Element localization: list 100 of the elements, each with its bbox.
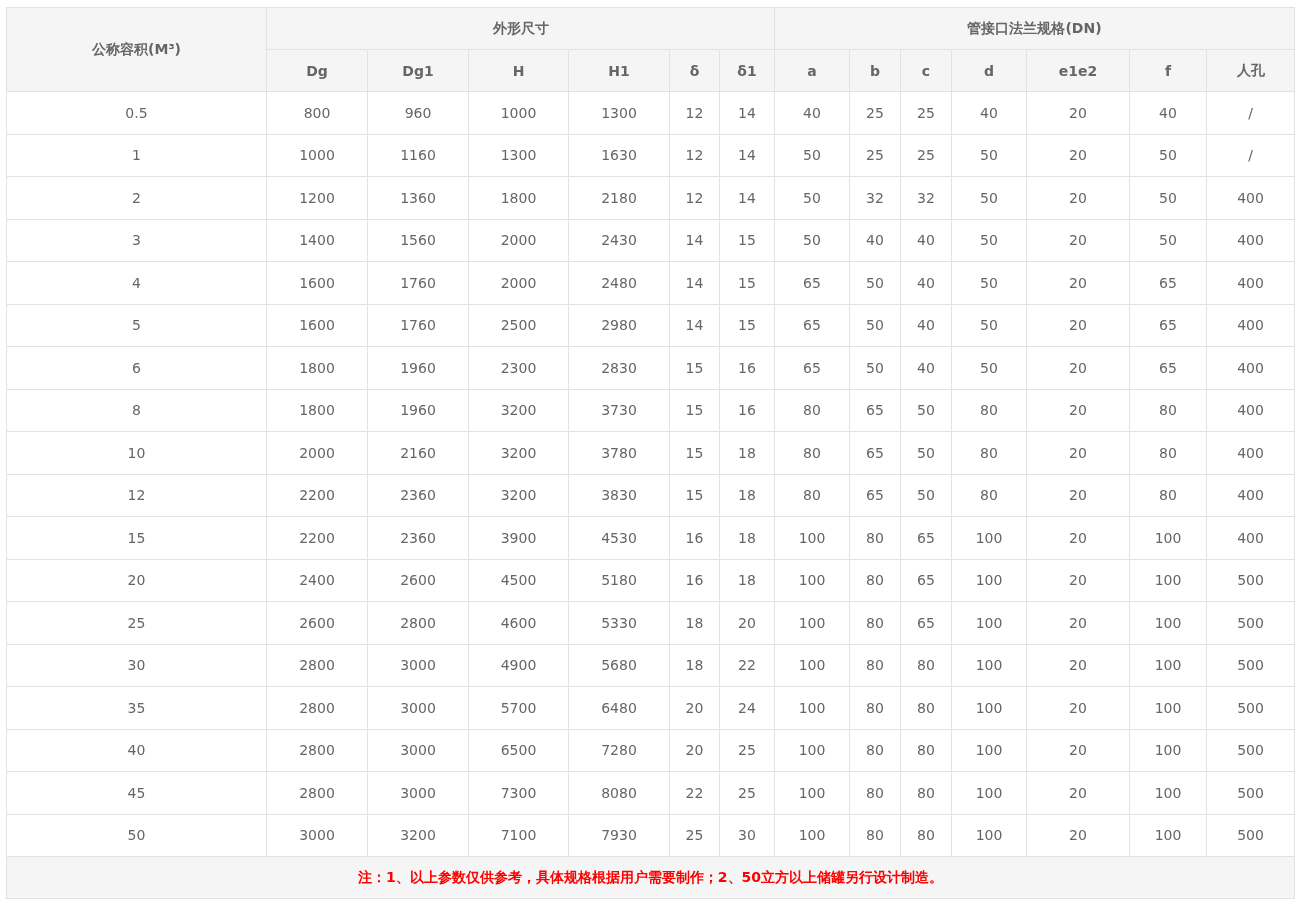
- table-cell: 2360: [367, 516, 469, 559]
- table-cell: 50: [849, 346, 901, 389]
- table-cell: 80: [900, 814, 952, 857]
- table-cell: 35: [6, 686, 267, 729]
- table-cell: 2500: [468, 304, 569, 347]
- table-cell: 2300: [468, 346, 569, 389]
- table-cell: 100: [774, 686, 850, 729]
- table-cell: 100: [774, 516, 850, 559]
- table-cell: 80: [849, 729, 901, 772]
- table-cell: 100: [1129, 686, 1207, 729]
- table-cell: 400: [1206, 346, 1295, 389]
- table-cell: 40: [774, 91, 850, 134]
- table-cell: 18: [719, 516, 775, 559]
- table-cell: /: [1206, 91, 1295, 134]
- table-cell: 1160: [367, 134, 469, 177]
- table-cell: 30: [719, 814, 775, 857]
- table-cell: 400: [1206, 219, 1295, 262]
- table-cell: 40: [849, 219, 901, 262]
- table-cell: 100: [1129, 729, 1207, 772]
- table-cell: 400: [1206, 261, 1295, 304]
- table-cell: 6500: [468, 729, 569, 772]
- table-cell: 100: [951, 729, 1027, 772]
- table-cell: 3780: [568, 431, 670, 474]
- table-cell: 20: [669, 729, 720, 772]
- table-cell: 500: [1206, 559, 1295, 602]
- column-header: c: [900, 49, 952, 92]
- table-cell: 12: [669, 134, 720, 177]
- table-cell: 25: [6, 601, 267, 644]
- table-cell: 2800: [266, 729, 368, 772]
- table-cell: 4600: [468, 601, 569, 644]
- table-cell: 50: [951, 134, 1027, 177]
- table-cell: 50: [1129, 134, 1207, 177]
- table-cell: 100: [1129, 516, 1207, 559]
- table-cell: 20: [1026, 474, 1130, 517]
- table-cell: 15: [669, 431, 720, 474]
- table-cell: 2600: [367, 559, 469, 602]
- table-cell: 50: [951, 176, 1027, 219]
- table-cell: 7100: [468, 814, 569, 857]
- table-cell: 3: [6, 219, 267, 262]
- column-header: b: [849, 49, 901, 92]
- table-cell: 1560: [367, 219, 469, 262]
- table-cell: 20: [1026, 559, 1130, 602]
- table-cell: 2800: [266, 686, 368, 729]
- table-cell: 100: [774, 601, 850, 644]
- table-cell: /: [1206, 134, 1295, 177]
- table-cell: 400: [1206, 516, 1295, 559]
- table-cell: 2830: [568, 346, 670, 389]
- table-cell: 100: [1129, 559, 1207, 602]
- table-cell: 20: [1026, 304, 1130, 347]
- table-cell: 80: [849, 644, 901, 687]
- table-cell: 50: [951, 261, 1027, 304]
- table-cell: 1800: [468, 176, 569, 219]
- table-cell: 2600: [266, 601, 368, 644]
- column-header: Dg: [266, 49, 368, 92]
- table-cell: 15: [719, 261, 775, 304]
- table-cell: 500: [1206, 814, 1295, 857]
- table-cell: 80: [1129, 389, 1207, 432]
- table-cell: 15: [719, 304, 775, 347]
- table-cell: 80: [1129, 474, 1207, 517]
- table-cell: 100: [1129, 644, 1207, 687]
- table-cell: 40: [6, 729, 267, 772]
- table-cell: 15: [719, 219, 775, 262]
- table-cell: 1600: [266, 261, 368, 304]
- table-cell: 18: [719, 559, 775, 602]
- table-cell: 100: [774, 559, 850, 602]
- table-cell: 3900: [468, 516, 569, 559]
- table-cell: 0.5: [6, 91, 267, 134]
- table-cell: 20: [1026, 389, 1130, 432]
- table-cell: 50: [774, 219, 850, 262]
- table-cell: 4500: [468, 559, 569, 602]
- table-cell: 40: [951, 91, 1027, 134]
- table-cell: 3000: [367, 644, 469, 687]
- table-cell: 50: [1129, 219, 1207, 262]
- table-cell: 3200: [468, 474, 569, 517]
- table-cell: 20: [1026, 91, 1130, 134]
- table-cell: 40: [900, 219, 952, 262]
- table-cell: 100: [951, 771, 1027, 814]
- table-cell: 1800: [266, 346, 368, 389]
- table-cell: 65: [1129, 346, 1207, 389]
- column-header: 公称容积(M³): [6, 7, 267, 92]
- table-cell: 1800: [266, 389, 368, 432]
- table-cell: 1300: [568, 91, 670, 134]
- table-cell: 65: [900, 601, 952, 644]
- table-cell: 5: [6, 304, 267, 347]
- table-cell: 3000: [266, 814, 368, 857]
- table-cell: 20: [1026, 516, 1130, 559]
- table-cell: 32: [900, 176, 952, 219]
- table-cell: 15: [669, 474, 720, 517]
- table-cell: 16: [669, 516, 720, 559]
- table-cell: 50: [900, 431, 952, 474]
- table-cell: 2800: [266, 771, 368, 814]
- table-cell: 400: [1206, 176, 1295, 219]
- column-header: e1e2: [1026, 49, 1130, 92]
- table-cell: 1960: [367, 346, 469, 389]
- table-cell: 80: [849, 516, 901, 559]
- table-cell: 40: [900, 346, 952, 389]
- table-cell: 5180: [568, 559, 670, 602]
- table-cell: 2000: [468, 219, 569, 262]
- table-cell: 16: [719, 389, 775, 432]
- table-cell: 3730: [568, 389, 670, 432]
